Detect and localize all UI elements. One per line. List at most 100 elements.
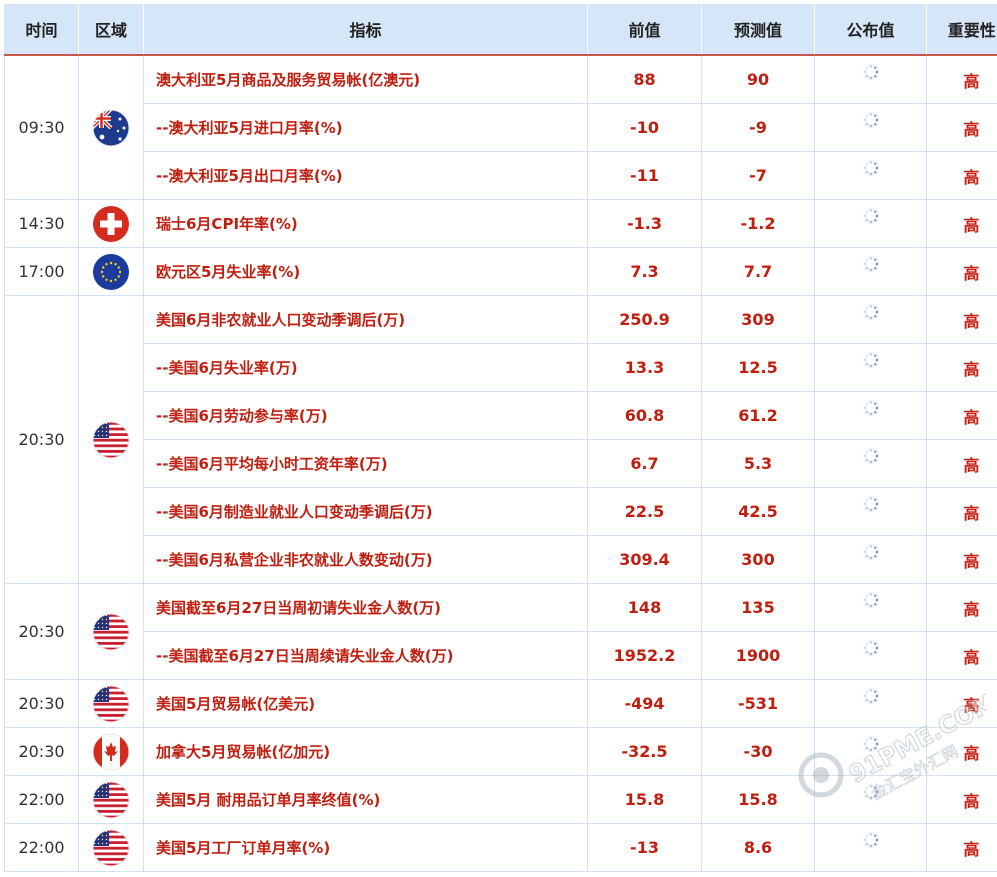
forecast-value-cell: 300 bbox=[701, 535, 815, 584]
usa-flag-icon bbox=[92, 613, 130, 650]
indicator-cell[interactable]: 美国5月工厂订单月率(%) bbox=[143, 823, 588, 872]
table-row[interactable]: --美国6月制造业就业人口变动季调后(万) 22.5 42.5 高 bbox=[5, 487, 997, 536]
indicator-cell[interactable]: --澳大利亚5月出口月率(%) bbox=[143, 151, 588, 200]
forecast-value-cell: 61.2 bbox=[701, 391, 815, 440]
loading-spinner-icon bbox=[862, 832, 880, 859]
loading-spinner-icon bbox=[862, 448, 880, 475]
previous-value-cell: 309.4 bbox=[587, 535, 702, 584]
header-previous[interactable]: 前值 bbox=[587, 4, 702, 56]
indicator-cell[interactable]: --美国6月劳动参与率(万) bbox=[143, 391, 588, 440]
header-importance[interactable]: 重要性 bbox=[926, 4, 997, 56]
actual-value-cell bbox=[814, 103, 927, 152]
actual-value-cell bbox=[814, 247, 927, 296]
region-flag-cell bbox=[78, 199, 144, 248]
importance-cell: 高 bbox=[926, 54, 997, 104]
importance-cell: 高 bbox=[926, 103, 997, 152]
loading-spinner-icon bbox=[862, 208, 880, 235]
time-cell: 20:30 bbox=[4, 583, 79, 680]
forecast-value-cell: -9 bbox=[701, 103, 815, 152]
header-forecast[interactable]: 预测值 bbox=[701, 4, 815, 56]
forecast-value-cell: 7.7 bbox=[701, 247, 815, 296]
previous-value-cell: 22.5 bbox=[587, 487, 702, 536]
importance-cell: 高 bbox=[926, 535, 997, 584]
actual-value-cell bbox=[814, 583, 927, 632]
importance-cell: 高 bbox=[926, 247, 997, 296]
usa-flag-icon bbox=[92, 781, 130, 818]
indicator-cell[interactable]: 美国截至6月27日当周初请失业金人数(万) bbox=[143, 583, 588, 632]
region-flag-cell bbox=[78, 54, 144, 200]
loading-spinner-icon bbox=[862, 496, 880, 523]
time-cell: 14:30 bbox=[4, 199, 79, 248]
actual-value-cell bbox=[814, 343, 927, 392]
watermark-logo: 91PME.COM 金汇宝外汇网 bbox=[798, 690, 986, 804]
previous-value-cell: 6.7 bbox=[587, 439, 702, 488]
actual-value-cell bbox=[814, 535, 927, 584]
previous-value-cell: 7.3 bbox=[587, 247, 702, 296]
usa-flag-icon bbox=[92, 829, 130, 866]
indicator-cell[interactable]: 欧元区5月失业率(%) bbox=[143, 247, 588, 296]
indicator-cell[interactable]: --美国6月制造业就业人口变动季调后(万) bbox=[143, 487, 588, 536]
table-row[interactable]: --美国6月失业率(万) 13.3 12.5 高 bbox=[5, 343, 997, 392]
header-region[interactable]: 区域 bbox=[78, 4, 144, 56]
indicator-cell[interactable]: 加拿大5月贸易帐(亿加元) bbox=[143, 727, 588, 776]
forecast-value-cell: 8.6 bbox=[701, 823, 815, 872]
indicator-cell[interactable]: --美国截至6月27日当周续请失业金人数(万) bbox=[143, 631, 588, 680]
table-row[interactable]: 22:00 美国5月工厂订单月率(%) -13 8.6 高 bbox=[4, 823, 997, 872]
table-row[interactable]: --澳大利亚5月出口月率(%) -11 -7 高 bbox=[5, 151, 997, 200]
table-row[interactable]: --美国6月平均每小时工资年率(万) 6.7 5.3 高 bbox=[5, 439, 997, 488]
table-row[interactable]: 14:30 瑞士6月CPI年率(%) -1.3 -1.2 高 bbox=[4, 199, 997, 248]
switzerland-flag-icon bbox=[92, 205, 130, 242]
indicator-cell[interactable]: 美国5月贸易帐(亿美元) bbox=[143, 679, 588, 728]
importance-cell: 高 bbox=[926, 631, 997, 680]
table-row[interactable]: 20:30 美国6月非农就业人口变动季调后(万) 250.9 309 高 bbox=[4, 295, 997, 584]
table-header-row: 时间 区域 指标 前值 预测值 公布值 重要性 bbox=[4, 4, 997, 56]
time-cell: 20:30 bbox=[4, 679, 79, 728]
table-row[interactable]: 09:30 澳大利亚5月商品及服务贸易帐(亿澳元) 88 90 高 bbox=[4, 54, 997, 200]
table-row[interactable]: --澳大利亚5月进口月率(%) -10 -9 高 bbox=[5, 103, 997, 152]
previous-value-cell: -1.3 bbox=[587, 199, 702, 248]
loading-spinner-icon bbox=[862, 352, 880, 379]
loading-spinner-icon bbox=[862, 544, 880, 571]
loading-spinner-icon bbox=[862, 112, 880, 139]
forecast-value-cell: 90 bbox=[701, 54, 815, 104]
previous-value-cell: 88 bbox=[587, 54, 702, 104]
importance-cell: 高 bbox=[926, 151, 997, 200]
loading-spinner-icon bbox=[862, 592, 880, 619]
header-actual[interactable]: 公布值 bbox=[814, 4, 927, 56]
previous-value-cell: 1952.2 bbox=[587, 631, 702, 680]
time-cell: 17:00 bbox=[4, 247, 79, 296]
table-row[interactable]: 17:00 欧元区5月失业率(%) 7.3 7.7 高 bbox=[4, 247, 997, 296]
region-flag-cell bbox=[78, 295, 144, 584]
indicator-cell[interactable]: 美国6月非农就业人口变动季调后(万) bbox=[143, 295, 588, 344]
time-cell: 22:00 bbox=[4, 823, 79, 872]
forecast-value-cell: 135 bbox=[701, 583, 815, 632]
time-cell: 20:30 bbox=[4, 727, 79, 776]
loading-spinner-icon bbox=[862, 640, 880, 667]
table-row[interactable]: 20:30 美国截至6月27日当周初请失业金人数(万) 148 135 高 bbox=[4, 583, 997, 680]
forecast-value-cell: 1900 bbox=[701, 631, 815, 680]
forecast-value-cell: 12.5 bbox=[701, 343, 815, 392]
importance-cell: 高 bbox=[926, 295, 997, 344]
importance-cell: 高 bbox=[926, 343, 997, 392]
indicator-cell[interactable]: 澳大利亚5月商品及服务贸易帐(亿澳元) bbox=[143, 54, 588, 104]
table-row[interactable]: --美国6月私营企业非农就业人数变动(万) 309.4 300 高 bbox=[5, 535, 997, 584]
region-flag-cell bbox=[78, 247, 144, 296]
time-cell: 09:30 bbox=[4, 54, 79, 200]
indicator-cell[interactable]: --美国6月失业率(万) bbox=[143, 343, 588, 392]
importance-cell: 高 bbox=[926, 199, 997, 248]
actual-value-cell bbox=[814, 391, 927, 440]
indicator-cell[interactable]: 瑞士6月CPI年率(%) bbox=[143, 199, 588, 248]
importance-cell: 高 bbox=[926, 583, 997, 632]
header-indicator[interactable]: 指标 bbox=[143, 4, 588, 56]
indicator-cell[interactable]: 美国5月 耐用品订单月率终值(%) bbox=[143, 775, 588, 824]
indicator-cell[interactable]: --美国6月平均每小时工资年率(万) bbox=[143, 439, 588, 488]
forecast-value-cell: 309 bbox=[701, 295, 815, 344]
table-row[interactable]: --美国6月劳动参与率(万) 60.8 61.2 高 bbox=[5, 391, 997, 440]
header-time[interactable]: 时间 bbox=[4, 4, 79, 56]
previous-value-cell: 15.8 bbox=[587, 775, 702, 824]
previous-value-cell: -494 bbox=[587, 679, 702, 728]
indicator-cell[interactable]: --美国6月私营企业非农就业人数变动(万) bbox=[143, 535, 588, 584]
indicator-cell[interactable]: --澳大利亚5月进口月率(%) bbox=[143, 103, 588, 152]
previous-value-cell: -32.5 bbox=[587, 727, 702, 776]
table-row[interactable]: --美国截至6月27日当周续请失业金人数(万) 1952.2 1900 高 bbox=[5, 631, 997, 680]
